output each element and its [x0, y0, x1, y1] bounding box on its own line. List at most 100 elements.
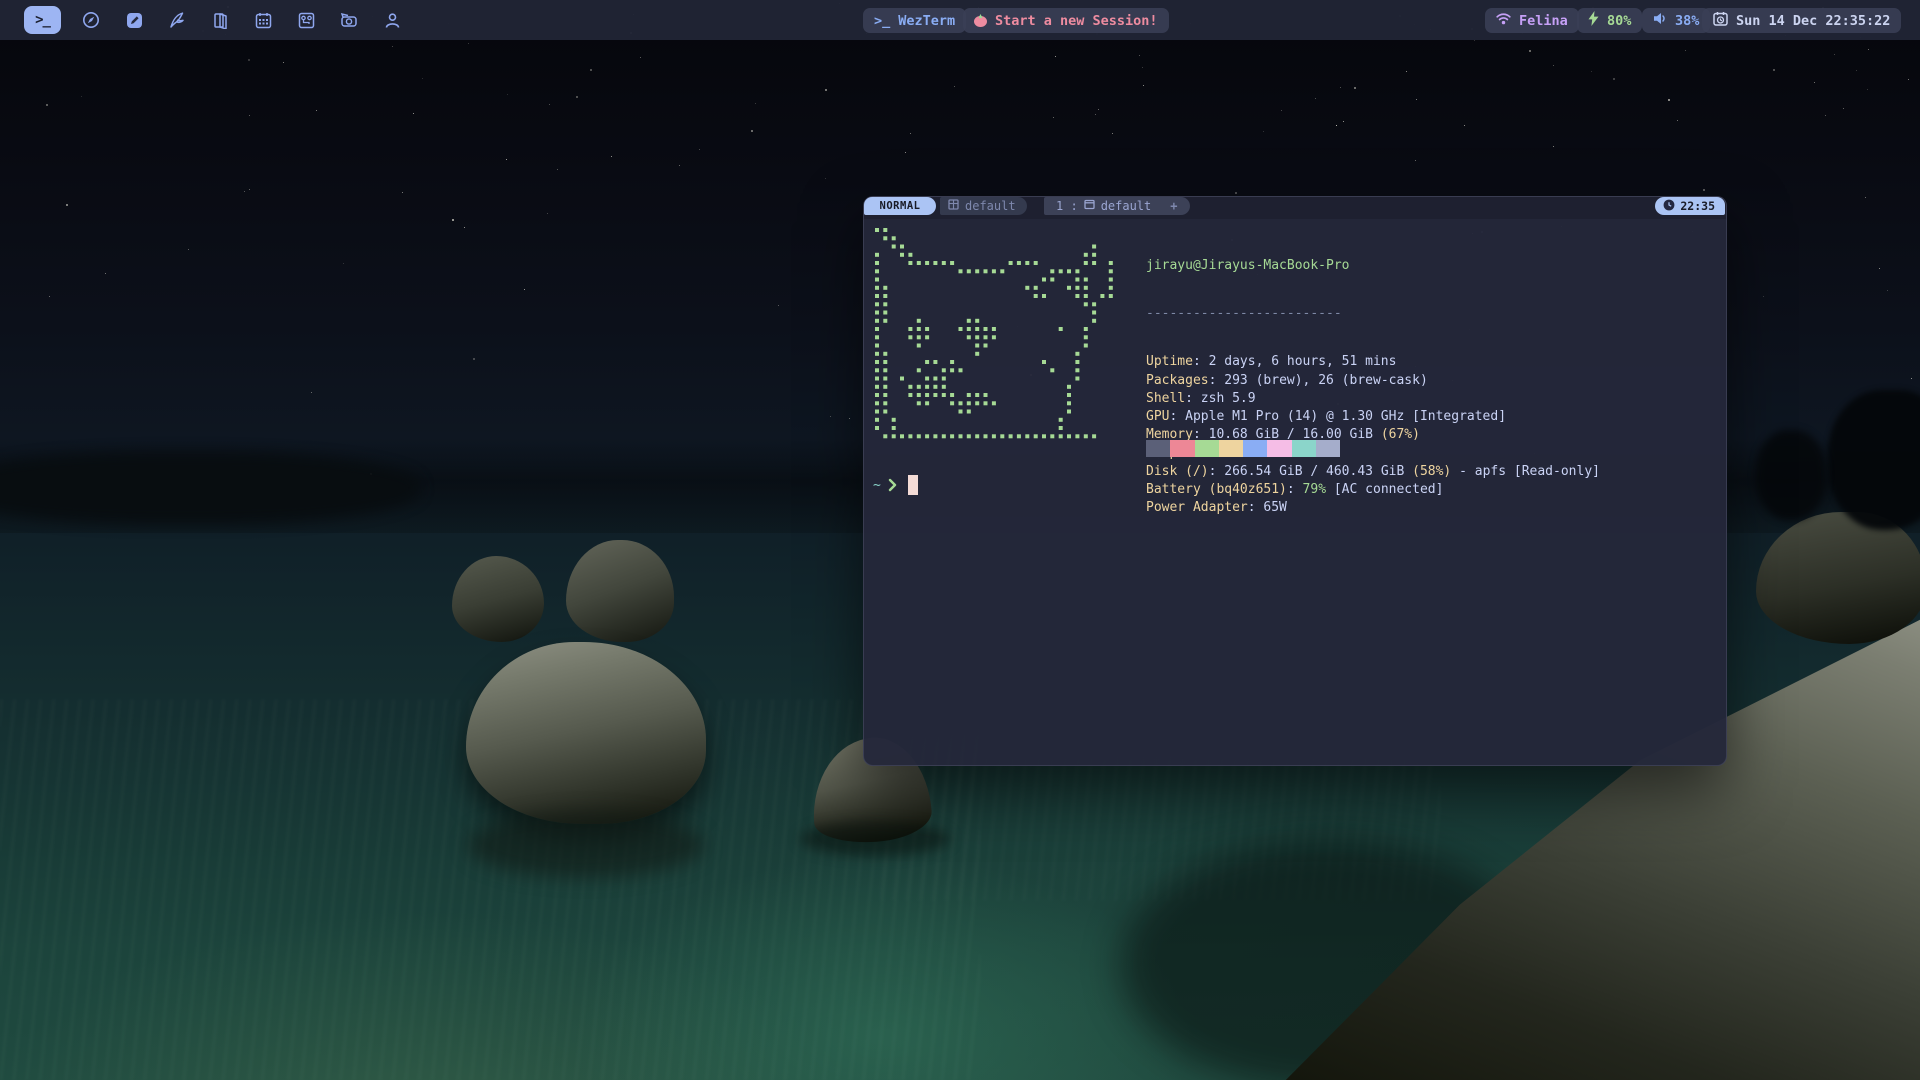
neofetch-line: Packages: 293 (brew), 26 (brew-cask)	[1146, 372, 1600, 390]
clock-icon	[1663, 199, 1675, 214]
star	[778, 305, 779, 306]
star	[1911, 378, 1912, 379]
camera-icon[interactable]	[336, 6, 362, 34]
neofetch-separator: -------------------------	[1146, 305, 1600, 323]
pointed-rock-shadow	[800, 822, 950, 856]
battery-status[interactable]: 80%	[1577, 8, 1642, 33]
terminal-screen[interactable]: jirayu@Jirayus-MacBook-Pro -------------…	[864, 219, 1726, 765]
edit-icon[interactable]	[121, 6, 147, 34]
star	[468, 43, 469, 44]
star	[755, 103, 756, 104]
pomodoro-session-button[interactable]: Start a new Session!	[963, 8, 1169, 33]
star	[1315, 98, 1316, 99]
wezterm-window[interactable]: NORMAL default 1 : default + 22:35	[863, 196, 1727, 766]
prompt-path: ~	[873, 478, 881, 493]
workspace-label: default	[965, 199, 1016, 213]
book-icon[interactable]	[207, 6, 233, 34]
volume-status[interactable]: 38%	[1642, 8, 1710, 33]
star	[402, 192, 403, 193]
star	[1281, 110, 1282, 111]
star	[244, 191, 245, 192]
star	[1415, 160, 1416, 161]
clock-status[interactable]: Sun 14 Dec 22:35:22	[1702, 8, 1901, 33]
star	[422, 78, 423, 79]
star	[66, 204, 68, 206]
speaker-icon	[1653, 12, 1667, 29]
star	[1867, 89, 1868, 90]
star	[249, 115, 250, 116]
star	[249, 189, 250, 190]
star	[1825, 115, 1826, 116]
session-label: Start a new Session!	[995, 13, 1158, 29]
star	[751, 130, 753, 132]
star	[1553, 65, 1554, 66]
wifi-name: Felina	[1519, 13, 1568, 29]
star	[1139, 55, 1140, 56]
palette-swatch	[1292, 440, 1316, 457]
wifi-icon	[1496, 12, 1511, 29]
star	[1235, 192, 1237, 194]
star	[557, 169, 558, 170]
star	[825, 178, 826, 179]
user-icon[interactable]	[379, 6, 405, 34]
star	[248, 59, 250, 61]
color-palette	[1146, 440, 1340, 457]
star	[188, 249, 189, 250]
star	[1343, 121, 1344, 122]
battery-percent: 80%	[1607, 13, 1631, 29]
tree-silhouette	[1828, 390, 1920, 530]
star	[46, 104, 48, 106]
star	[105, 273, 106, 274]
window-icon	[1084, 199, 1095, 213]
star	[1553, 146, 1554, 147]
star	[524, 289, 525, 290]
ascii-cat-art	[875, 228, 1118, 447]
acrobat-icon[interactable]	[164, 6, 190, 34]
star	[590, 69, 592, 71]
new-tab-button[interactable]: +	[1170, 199, 1177, 213]
star	[640, 57, 641, 58]
wezterm-label: WezTerm	[898, 13, 955, 29]
terminal-prompt-icon: >_	[874, 13, 890, 29]
star	[679, 165, 680, 166]
calendar-clock-icon	[1713, 11, 1728, 30]
star	[1668, 99, 1670, 101]
tomato-icon	[974, 14, 987, 27]
workspace-tab[interactable]: default	[940, 197, 1027, 215]
app-icon-strip: >_	[24, 0, 405, 40]
star	[1834, 54, 1835, 55]
star	[49, 296, 50, 297]
star	[1879, 268, 1880, 269]
wezterm-indicator[interactable]: >_ WezTerm	[863, 8, 966, 33]
tab-1[interactable]: 1 : default +	[1044, 197, 1190, 215]
rock-small	[566, 540, 674, 642]
star	[311, 392, 312, 393]
tab-clock-text: 22:35	[1680, 199, 1715, 213]
star	[1406, 71, 1407, 72]
star	[452, 219, 454, 221]
star	[506, 159, 507, 160]
mode-badge: NORMAL	[864, 197, 936, 215]
compass-icon[interactable]	[78, 6, 104, 34]
star	[547, 213, 548, 214]
star	[611, 156, 612, 157]
star	[910, 133, 911, 134]
star	[1055, 56, 1056, 57]
desktop: >_	[0, 0, 1920, 1080]
star	[1095, 114, 1096, 115]
workflow-icon[interactable]	[293, 6, 319, 34]
star	[576, 96, 578, 98]
tab-clock: 22:35	[1655, 197, 1725, 215]
terminal-icon[interactable]: >_	[24, 6, 61, 34]
star	[316, 110, 317, 111]
star	[1053, 117, 1054, 118]
wifi-status[interactable]: Felina	[1485, 8, 1579, 33]
calendar-icon[interactable]	[250, 6, 276, 34]
star	[1843, 108, 1844, 109]
tree-silhouette	[1756, 430, 1826, 520]
star	[343, 263, 344, 264]
star	[954, 86, 955, 87]
star	[1773, 69, 1775, 71]
shell-prompt: ~	[873, 475, 918, 495]
star	[1868, 49, 1869, 50]
